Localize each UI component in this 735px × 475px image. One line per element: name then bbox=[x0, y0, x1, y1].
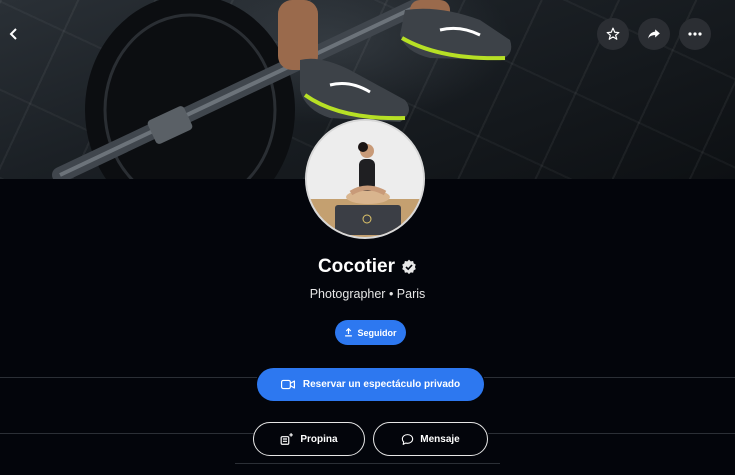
video-camera-icon bbox=[280, 379, 295, 390]
message-label: Mensaje bbox=[420, 433, 460, 445]
favorite-button[interactable] bbox=[597, 18, 629, 50]
share-icon bbox=[648, 29, 660, 39]
divider bbox=[0, 433, 254, 434]
divider bbox=[484, 377, 735, 378]
share-button[interactable] bbox=[638, 18, 670, 50]
avatar[interactable] bbox=[305, 119, 425, 239]
back-button[interactable] bbox=[6, 26, 22, 42]
more-icon bbox=[688, 32, 702, 36]
upload-icon bbox=[345, 328, 353, 337]
follow-button[interactable]: Seguidor bbox=[335, 320, 406, 345]
tip-icon bbox=[280, 433, 294, 445]
message-button[interactable]: Mensaje bbox=[373, 422, 488, 456]
profile-name: Cocotier bbox=[317, 256, 396, 277]
book-label: Reservar un espectáculo privado bbox=[302, 379, 461, 390]
follow-label: Seguidor bbox=[357, 327, 397, 338]
tip-label: Propina bbox=[300, 433, 338, 445]
more-button[interactable] bbox=[679, 18, 711, 50]
star-icon bbox=[606, 27, 620, 40]
chat-bubble-icon bbox=[402, 433, 414, 445]
divider bbox=[235, 463, 500, 464]
divider bbox=[0, 377, 257, 378]
back-icon bbox=[9, 28, 17, 40]
profile-subtitle: Photographer • Paris bbox=[309, 287, 426, 301]
tip-button[interactable]: Propina bbox=[253, 422, 365, 456]
verified-badge-icon bbox=[402, 259, 416, 275]
name-row: Cocotier bbox=[0, 256, 735, 278]
book-private-show-button[interactable]: Reservar un espectáculo privado bbox=[257, 368, 484, 401]
divider bbox=[488, 433, 735, 434]
